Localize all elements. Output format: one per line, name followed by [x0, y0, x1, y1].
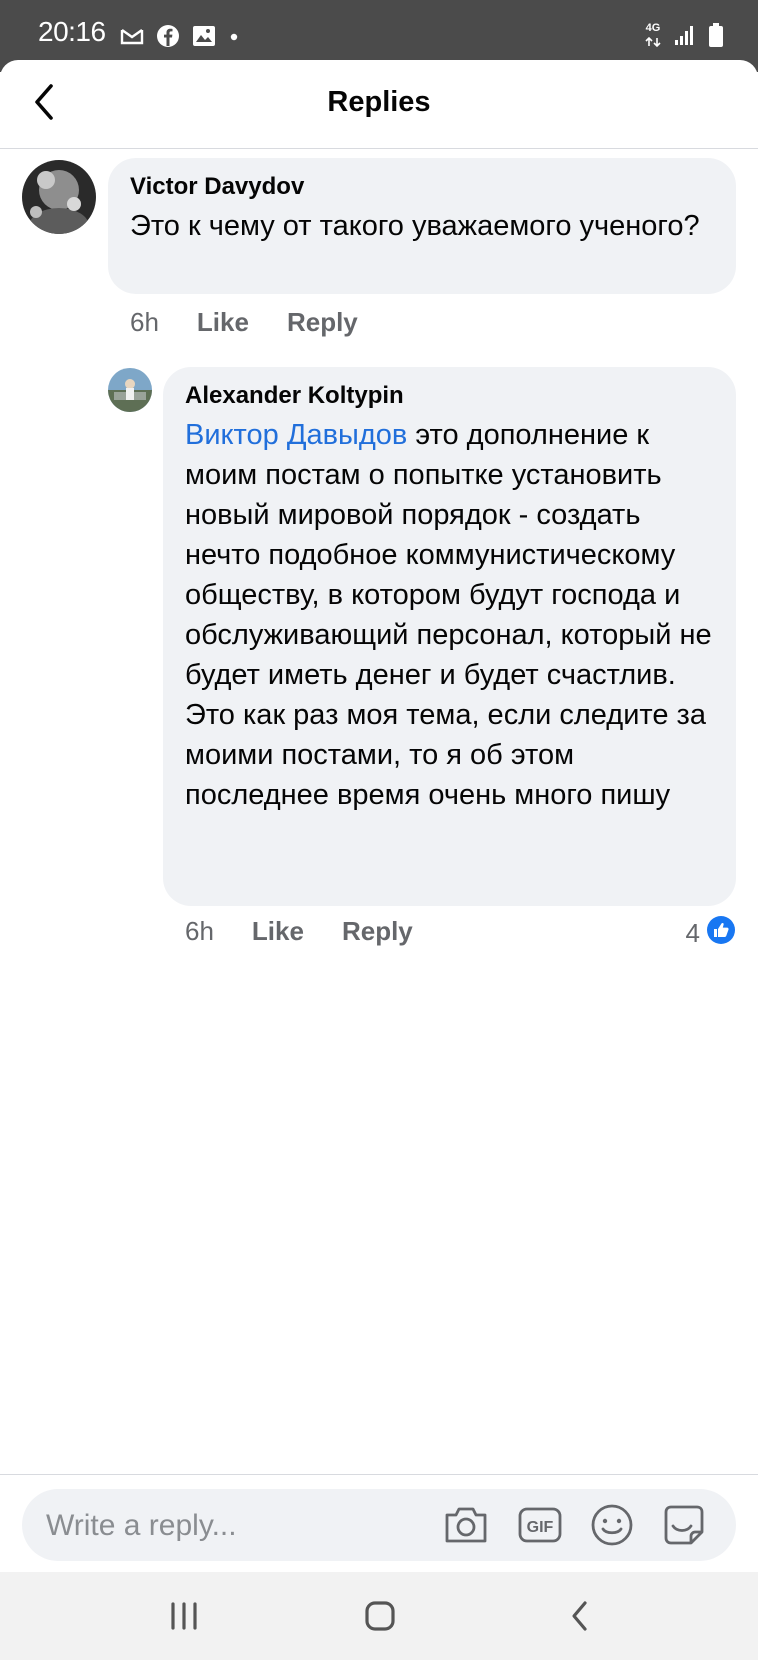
like-reaction-icon: [706, 915, 736, 952]
comment-body: это дополнение к моим постам о попытке у…: [185, 419, 712, 811]
comment-timestamp: 6h: [185, 916, 214, 946]
mention-link[interactable]: Виктор Давыдов: [185, 419, 407, 451]
reply-composer: Write a reply... GIF: [0, 1474, 758, 1573]
comment-timestamp: 6h: [130, 307, 159, 337]
comment-bubble: Victor Davydov Это к чему от такого уваж…: [108, 158, 736, 294]
reply-button[interactable]: Reply: [287, 307, 358, 338]
reaction-summary[interactable]: 4: [686, 915, 736, 952]
gif-icon[interactable]: GIF: [516, 1501, 564, 1549]
sticker-icon[interactable]: [660, 1501, 708, 1549]
comment-actions: 6h Like Reply: [185, 916, 413, 947]
svg-text:GIF: GIF: [527, 1519, 554, 1536]
avatar[interactable]: [22, 160, 96, 234]
network-type-indicator: 4G: [644, 23, 662, 52]
comment-author[interactable]: Victor Davydov: [130, 172, 714, 202]
gallery-icon: [192, 25, 216, 52]
signal-icon: [674, 24, 696, 51]
page-title: Replies: [327, 86, 431, 118]
home-icon[interactable]: [356, 1592, 404, 1640]
comment-text: Виктор Давыдов это дополнение к моим пос…: [185, 415, 714, 815]
header: Replies: [0, 60, 758, 149]
comment-bubble: Alexander Koltypin Виктор Давыдов это до…: [163, 367, 736, 906]
camera-icon[interactable]: [442, 1501, 490, 1549]
gmail-icon: [120, 27, 144, 50]
network-label: 4G: [645, 22, 661, 34]
status-time: 20:16: [38, 16, 106, 47]
back-icon[interactable]: [556, 1592, 604, 1640]
like-button[interactable]: Like: [197, 307, 249, 338]
reply-input-container[interactable]: Write a reply... GIF: [22, 1489, 736, 1561]
dot-icon: [228, 30, 240, 48]
system-nav-bar: [0, 1572, 758, 1660]
like-button[interactable]: Like: [252, 916, 304, 947]
emoji-icon[interactable]: [588, 1501, 636, 1549]
recent-apps-icon[interactable]: [160, 1592, 208, 1640]
replies-sheet: Replies Victor Davydov Это к чему от так…: [0, 60, 758, 1660]
battery-icon: [708, 22, 724, 53]
facebook-icon: [156, 24, 180, 53]
reply-input[interactable]: Write a reply...: [46, 1509, 237, 1543]
comment-actions: 6h Like Reply: [130, 307, 358, 338]
notification-icons: [120, 24, 240, 53]
reply-button[interactable]: Reply: [342, 916, 413, 947]
system-icons: 4G: [644, 22, 724, 53]
comment-author[interactable]: Alexander Koltypin: [185, 381, 714, 411]
reaction-count: 4: [685, 918, 700, 948]
avatar[interactable]: [108, 368, 152, 412]
comment-text: Это к чему от такого уважаемого ученого?: [130, 210, 700, 242]
